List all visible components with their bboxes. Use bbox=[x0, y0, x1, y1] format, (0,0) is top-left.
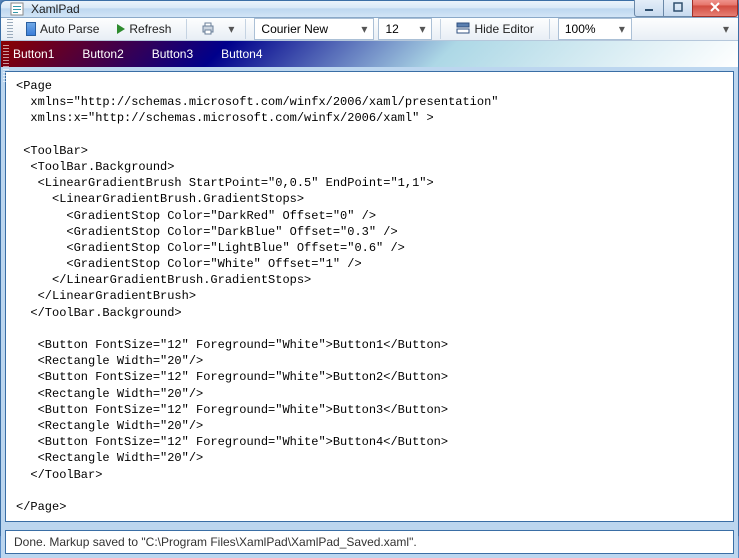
zoom-value: 100% bbox=[565, 22, 615, 36]
window-buttons bbox=[635, 0, 738, 17]
maximize-button[interactable] bbox=[663, 0, 693, 17]
main-toolbar: Auto Parse Refresh ▾ Courier New ▾ 12 ▾ … bbox=[1, 18, 738, 41]
preview-button-1[interactable]: Button1 bbox=[9, 41, 58, 67]
toggle-icon bbox=[26, 22, 36, 36]
preview-button-2[interactable]: Button2 bbox=[78, 41, 127, 67]
status-text: Done. Markup saved to "C:\Program Files\… bbox=[14, 535, 417, 549]
minimize-button[interactable] bbox=[634, 0, 664, 17]
font-size-value: 12 bbox=[385, 22, 415, 36]
toolbar-grip-icon bbox=[3, 45, 9, 83]
font-value: Courier New bbox=[261, 22, 357, 36]
editor-container: <Page xmlns="http://schemas.microsoft.co… bbox=[1, 67, 738, 526]
app-window: XamlPad Auto Parse Refresh ▾ Courier New… bbox=[0, 0, 739, 536]
refresh-label: Refresh bbox=[129, 22, 171, 36]
status-container: Done. Markup saved to "C:\Program Files\… bbox=[1, 526, 738, 558]
toolbar-grip-icon bbox=[7, 19, 13, 39]
separator bbox=[549, 19, 550, 39]
code-editor[interactable]: <Page xmlns="http://schemas.microsoft.co… bbox=[5, 71, 734, 522]
app-icon bbox=[9, 1, 25, 17]
zoom-combo[interactable]: 100% ▾ bbox=[558, 18, 632, 40]
chevron-down-icon: ▾ bbox=[615, 22, 629, 36]
separator bbox=[440, 19, 441, 39]
chevron-down-icon: ▾ bbox=[415, 22, 429, 36]
refresh-button[interactable]: Refresh bbox=[110, 18, 178, 40]
preview-toolbar: Button1 Button2 Button3 Button4 bbox=[1, 41, 738, 67]
print-button[interactable] bbox=[195, 18, 221, 40]
preview-button-3[interactable]: Button3 bbox=[148, 41, 197, 67]
chevron-down-icon: ▾ bbox=[357, 22, 371, 36]
preview-button-4[interactable]: Button4 bbox=[217, 41, 266, 67]
print-dropdown[interactable]: ▾ bbox=[225, 22, 237, 36]
hide-editor-button[interactable]: Hide Editor bbox=[449, 18, 540, 40]
font-size-combo[interactable]: 12 ▾ bbox=[378, 18, 432, 40]
separator bbox=[245, 19, 246, 39]
printer-icon bbox=[200, 20, 216, 39]
titlebar[interactable]: XamlPad bbox=[1, 1, 738, 18]
auto-parse-label: Auto Parse bbox=[40, 22, 99, 36]
font-combo[interactable]: Courier New ▾ bbox=[254, 18, 374, 40]
hide-editor-label: Hide Editor bbox=[474, 22, 533, 36]
auto-parse-button[interactable]: Auto Parse bbox=[19, 18, 106, 40]
play-icon bbox=[117, 24, 125, 34]
status-bar: Done. Markup saved to "C:\Program Files\… bbox=[5, 530, 734, 554]
overflow-dropdown[interactable]: ▾ bbox=[720, 22, 732, 36]
panel-icon bbox=[456, 21, 470, 38]
close-button[interactable] bbox=[692, 0, 738, 17]
window-title: XamlPad bbox=[31, 2, 635, 16]
separator bbox=[186, 19, 187, 39]
